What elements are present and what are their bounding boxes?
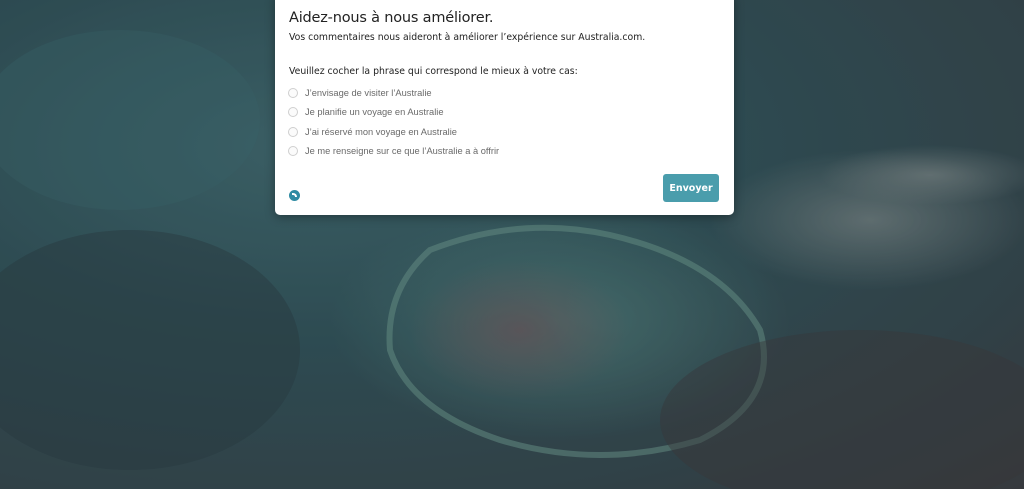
survey-options: J’envisage de visiter l’Australie Je pla… bbox=[288, 83, 499, 161]
survey-question: Veuillez cocher la phrase qui correspond… bbox=[289, 66, 578, 77]
survey-option[interactable]: Je planifie un voyage en Australie bbox=[288, 103, 499, 123]
option-label: Je planifie un voyage en Australie bbox=[305, 107, 444, 118]
survey-option[interactable]: J’ai réservé mon voyage en Australie bbox=[288, 122, 499, 142]
radio-button[interactable] bbox=[288, 146, 298, 157]
submit-button[interactable]: Envoyer bbox=[663, 174, 719, 202]
radio-button[interactable] bbox=[288, 126, 298, 137]
feedback-logo-icon bbox=[289, 190, 300, 201]
modal-subtitle: Vos commentaires nous aideront à amélior… bbox=[289, 32, 646, 43]
feedback-modal: Aidez-nous à nous améliorer. Vos comment… bbox=[275, 0, 734, 215]
option-label: J’envisage de visiter l’Australie bbox=[305, 87, 432, 98]
survey-option[interactable]: J’envisage de visiter l’Australie bbox=[288, 83, 499, 103]
radio-button[interactable] bbox=[288, 87, 298, 98]
radio-button[interactable] bbox=[288, 107, 298, 118]
survey-option[interactable]: Je me renseigne sur ce que l’Australie a… bbox=[288, 142, 499, 162]
modal-title: Aidez-nous à nous améliorer. bbox=[289, 10, 494, 26]
option-label: J’ai réservé mon voyage en Australie bbox=[305, 126, 457, 137]
option-label: Je me renseigne sur ce que l’Australie a… bbox=[305, 146, 500, 157]
